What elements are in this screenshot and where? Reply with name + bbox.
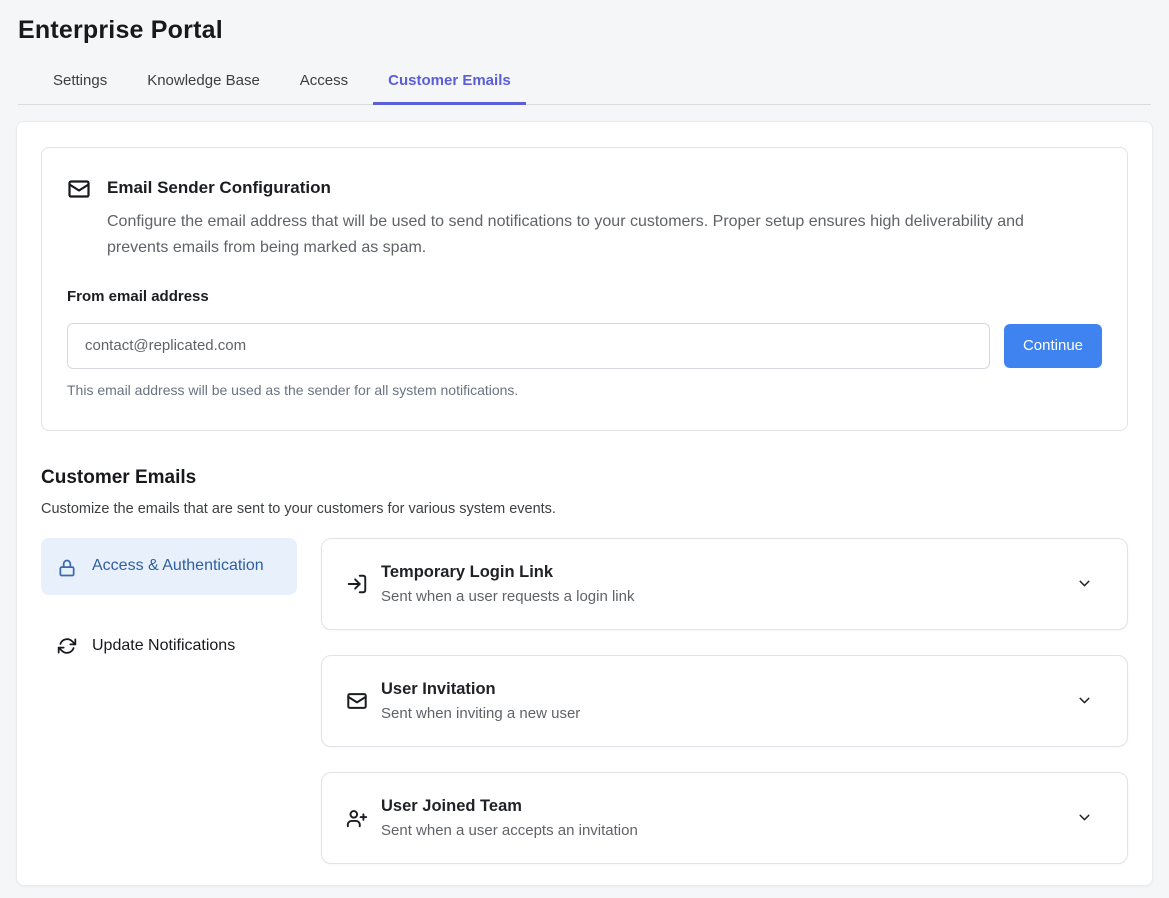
card-description: Configure the email address that will be… <box>107 209 1087 262</box>
email-title: User Joined Team <box>381 797 638 816</box>
card-title: Email Sender Configuration <box>107 176 331 198</box>
from-email-input[interactable] <box>67 323 990 369</box>
email-sender-config-card: Email Sender Configuration Configure the… <box>41 147 1128 431</box>
customer-emails-title: Customer Emails <box>41 467 1128 489</box>
email-category-list: Access & Authentication Update Notificat… <box>41 538 297 672</box>
category-label: Access & Authentication <box>92 554 264 579</box>
email-subtitle: Sent when a user accepts an invitation <box>381 822 638 839</box>
page-header: Enterprise Portal Settings Knowledge Bas… <box>0 0 1169 105</box>
continue-button[interactable]: Continue <box>1004 324 1102 368</box>
login-icon <box>346 573 368 595</box>
page-title: Enterprise Portal <box>18 16 1151 45</box>
tab-bar: Settings Knowledge Base Access Customer … <box>18 66 1151 105</box>
from-email-label: From email address <box>67 288 1102 305</box>
tab-access[interactable]: Access <box>285 66 363 105</box>
email-helper-text: This email address will be used as the s… <box>67 382 1102 398</box>
chevron-down-icon[interactable] <box>1066 692 1103 709</box>
email-template-list: Temporary Login Link Sent when a user re… <box>321 538 1128 864</box>
tab-customer-emails[interactable]: Customer Emails <box>373 66 526 105</box>
user-plus-icon <box>346 807 368 829</box>
email-card-user-invitation[interactable]: User Invitation Sent when inviting a new… <box>321 655 1128 747</box>
tab-knowledge-base[interactable]: Knowledge Base <box>132 66 275 105</box>
email-title: User Invitation <box>381 680 580 699</box>
email-card-temporary-login-link[interactable]: Temporary Login Link Sent when a user re… <box>321 538 1128 630</box>
tab-settings[interactable]: Settings <box>38 66 122 105</box>
main-panel: Email Sender Configuration Configure the… <box>16 121 1153 886</box>
customer-emails-subtitle: Customize the emails that are sent to yo… <box>41 501 1128 517</box>
category-label: Update Notifications <box>92 637 235 655</box>
category-access-authentication[interactable]: Access & Authentication <box>41 538 297 595</box>
email-subtitle: Sent when inviting a new user <box>381 705 580 722</box>
chevron-down-icon[interactable] <box>1066 809 1103 826</box>
email-subtitle: Sent when a user requests a login link <box>381 588 634 605</box>
chevron-down-icon[interactable] <box>1066 575 1103 592</box>
email-card-user-joined-team[interactable]: User Joined Team Sent when a user accept… <box>321 772 1128 864</box>
mail-icon <box>67 177 91 201</box>
refresh-icon <box>57 636 77 656</box>
category-update-notifications[interactable]: Update Notifications <box>41 620 297 672</box>
email-title: Temporary Login Link <box>381 563 634 582</box>
mail-icon <box>346 690 368 712</box>
lock-icon <box>57 558 77 578</box>
